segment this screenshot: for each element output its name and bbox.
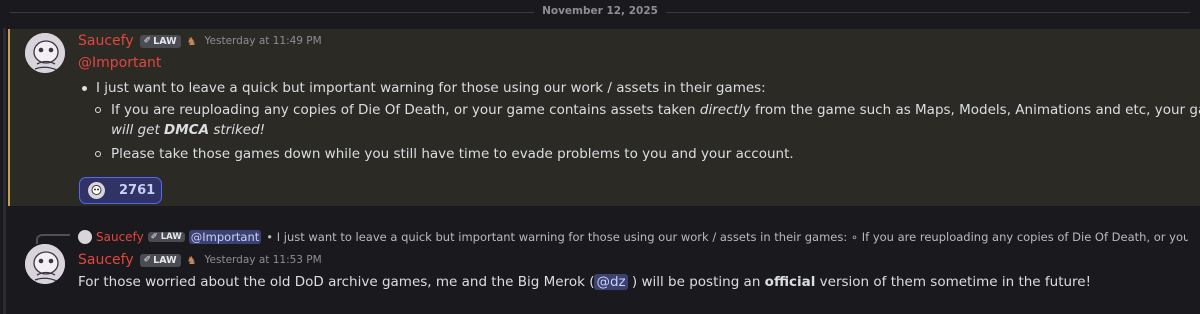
mention-dz[interactable]: @dz [594,274,628,290]
date-divider-label: November 12, 2025 [534,5,666,17]
scrollbar[interactable] [3,28,6,314]
sub2-text: Please take those games down while you s… [111,146,794,162]
message-header: Saucefy ✐ LAW ♞ Yesterday at 11:49 PM [78,33,322,49]
message-header: Saucefy ✐ LAW ♞ Yesterday at 11:53 PM [78,252,322,268]
list-item: Please take those games down while you s… [82,144,1192,164]
timestamp[interactable]: Yesterday at 11:53 PM [205,254,322,266]
reply-mention[interactable]: @Important [188,230,262,244]
sub1-text-a: If you are reuploading any copies of Die… [111,102,700,118]
bullet-ring-icon [95,151,101,157]
text-bold: official [764,274,816,290]
reply-preview[interactable]: Saucefy ✐ LAW @Important • I just want t… [78,230,1188,244]
bullet-ring-icon [95,107,101,113]
law-tag-icon: ✐ [143,36,152,46]
mention-important[interactable]: @Important [78,55,161,71]
message-content: For those worried about the old DoD arch… [78,272,1091,292]
law-tag-icon: ✐ [143,255,152,265]
role-icon[interactable]: ♞ [187,254,197,267]
avatar[interactable] [25,244,65,284]
law-tag[interactable]: ✐ LAW [139,253,181,267]
reaction-button[interactable]: 2761 [79,177,162,204]
author-name[interactable]: Saucefy [78,252,134,268]
bullet-icon [82,85,87,91]
intro-text: I just want to leave a quick but importa… [96,80,766,96]
timestamp[interactable]: Yesterday at 11:49 PM [205,35,322,47]
reply-author[interactable]: Saucefy [96,230,144,244]
reply-law-tag: ✐ LAW [147,232,185,242]
law-tag-label: LAW [153,254,177,266]
ghost-avatar-icon [25,244,65,284]
sub1-text-e: striked! [209,122,266,138]
ghost-emoji-icon [88,182,105,199]
reply-connector-icon [36,234,70,244]
message-content: I just want to leave a quick but importa… [82,78,1200,164]
role-icon[interactable]: ♞ [187,35,197,48]
text-c: version of them sometime in the future! [815,274,1092,290]
text-a: For those worried about the old DoD arch… [78,274,595,290]
author-name[interactable]: Saucefy [78,33,134,49]
law-tag[interactable]: ✐ LAW [139,34,181,48]
sub1-dmca: DMCA [164,122,210,138]
reaction-count: 2761 [119,183,156,198]
message-mention-line: @Important [78,52,161,71]
sub1-text-b: from the game such as Maps, Models, Anim… [750,102,1200,118]
sub1-text-c: will get [111,122,165,138]
avatar[interactable] [25,33,65,73]
list-item: If you are reuploading any copies of Die… [82,100,1200,140]
text-b: ) will be posting an [627,274,765,290]
reply-law-tag-label: LAW [160,232,182,242]
list-item: I just want to leave a quick but importa… [82,78,1192,98]
reply-avatar [78,230,92,244]
sub1-emphasis: directly [699,102,751,118]
message-highlighted[interactable]: Saucefy ✐ LAW ♞ Yesterday at 11:49 PM @I… [8,29,1200,206]
ghost-avatar-icon [25,33,65,73]
reply-preview-text: • I just want to leave a quick but impor… [266,230,1188,244]
law-tag-label: LAW [153,35,177,47]
